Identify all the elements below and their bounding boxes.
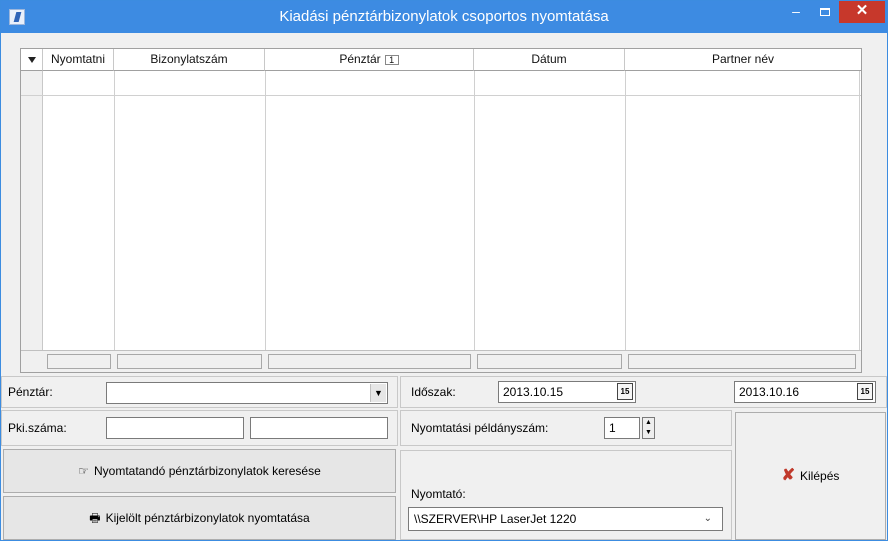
printer-label: Nyomtató: — [411, 487, 466, 501]
date-to-value: 2013.10.16 — [739, 385, 800, 399]
idoszak-label: Időszak: — [411, 385, 456, 399]
row-indicator-column — [21, 71, 43, 350]
printer-panel: Nyomtató: \\SZERVER\HP LaserJet 1220 ⌄ — [400, 450, 732, 540]
maximize-button[interactable] — [811, 1, 839, 23]
penztar-label: Pénztár: — [8, 385, 53, 399]
calendar-icon[interactable]: 15 — [857, 383, 873, 400]
search-button-label: Nyomtatandó pénztárbizonylatok keresése — [93, 464, 321, 478]
column-divider — [474, 71, 475, 350]
maximize-icon — [820, 8, 830, 16]
copies-panel: Nyomtatási példányszám: 1 ▲ ▼ — [400, 410, 732, 446]
column-divider — [265, 71, 266, 350]
column-header-nyomtatni[interactable]: Nyomtatni — [43, 49, 114, 71]
title-bar: Kiadási pénztárbizonylatok csoportos nyo… — [1, 1, 887, 33]
hand-pointer-icon: ☞ — [78, 464, 89, 478]
exit-button[interactable]: ✘ Kilépés — [735, 412, 886, 540]
footer-cell-bizonylatszam — [117, 354, 262, 369]
print-button[interactable]: 🖶 Kijelölt pénztárbizonylatok nyomtatása — [3, 496, 396, 540]
window-title: Kiadási pénztárbizonylatok csoportos nyo… — [279, 8, 609, 25]
date-to-field[interactable]: 2013.10.16 15 — [734, 381, 876, 403]
results-grid[interactable]: Nyomtatni Bizonylatszám Pénztár 1 Dátum P… — [20, 48, 862, 373]
close-button[interactable]: ✕ — [839, 1, 885, 23]
exit-button-label: Kilépés — [800, 469, 840, 483]
sort-order-icon: 1 — [384, 54, 399, 65]
footer-cell-partner — [628, 354, 856, 369]
copies-label: Nyomtatási példányszám: — [411, 421, 549, 435]
column-divider — [625, 71, 626, 350]
column-header-penztar-label: Pénztár — [339, 52, 381, 66]
printer-icon: 🖶 — [89, 511, 101, 525]
print-button-label: Kijelölt pénztárbizonylatok nyomtatása — [105, 511, 310, 525]
column-header-partner-nev[interactable]: Partner név — [625, 49, 861, 71]
row-indicator-header[interactable] — [21, 49, 43, 71]
date-from-value: 2013.10.15 — [503, 385, 564, 399]
idoszak-panel: Időszak: 2013.10.15 15 2013.10.16 15 — [400, 376, 887, 408]
pki-panel: Pki.száma: — [1, 410, 398, 446]
printer-value: \\SZERVER\HP LaserJet 1220 — [414, 512, 577, 526]
main-window: Kiadási pénztárbizonylatok csoportos nyo… — [0, 0, 888, 541]
footer-cell-datum — [477, 354, 622, 369]
penztar-panel: Pénztár: ▼ — [1, 376, 398, 408]
footer-cell-penztar — [268, 354, 471, 369]
column-divider — [859, 71, 860, 350]
stepper-up-icon[interactable]: ▲ — [643, 418, 654, 428]
minimize-button[interactable]: – — [782, 1, 810, 23]
copies-input[interactable]: 1 — [604, 417, 640, 439]
pki-to-input[interactable] — [250, 417, 388, 439]
pki-label: Pki.száma: — [8, 421, 67, 435]
row-divider — [21, 95, 861, 96]
column-header-bizonylatszam[interactable]: Bizonylatszám — [114, 49, 265, 71]
column-header-penztar[interactable]: Pénztár 1 — [265, 49, 474, 71]
calendar-icon[interactable]: 15 — [617, 383, 633, 400]
copies-stepper[interactable]: ▲ ▼ — [642, 417, 655, 439]
column-header-datum[interactable]: Dátum — [474, 49, 625, 71]
search-button[interactable]: ☞ Nyomtatandó pénztárbizonylatok keresése — [3, 449, 396, 493]
chevron-down-icon[interactable]: ▼ — [370, 384, 386, 402]
stepper-down-icon[interactable]: ▼ — [643, 428, 654, 438]
printer-dropdown[interactable]: \\SZERVER\HP LaserJet 1220 ⌄ — [408, 507, 723, 531]
footer-cell-nyomtatni — [47, 354, 111, 369]
date-from-field[interactable]: 2013.10.15 15 — [498, 381, 636, 403]
pki-from-input[interactable] — [106, 417, 244, 439]
close-x-icon: ✘ — [781, 467, 796, 484]
chevron-down-icon[interactable]: ⌄ — [704, 508, 712, 530]
grid-footer — [21, 350, 861, 372]
penztar-dropdown[interactable]: ▼ — [106, 382, 388, 404]
column-divider — [114, 71, 115, 350]
